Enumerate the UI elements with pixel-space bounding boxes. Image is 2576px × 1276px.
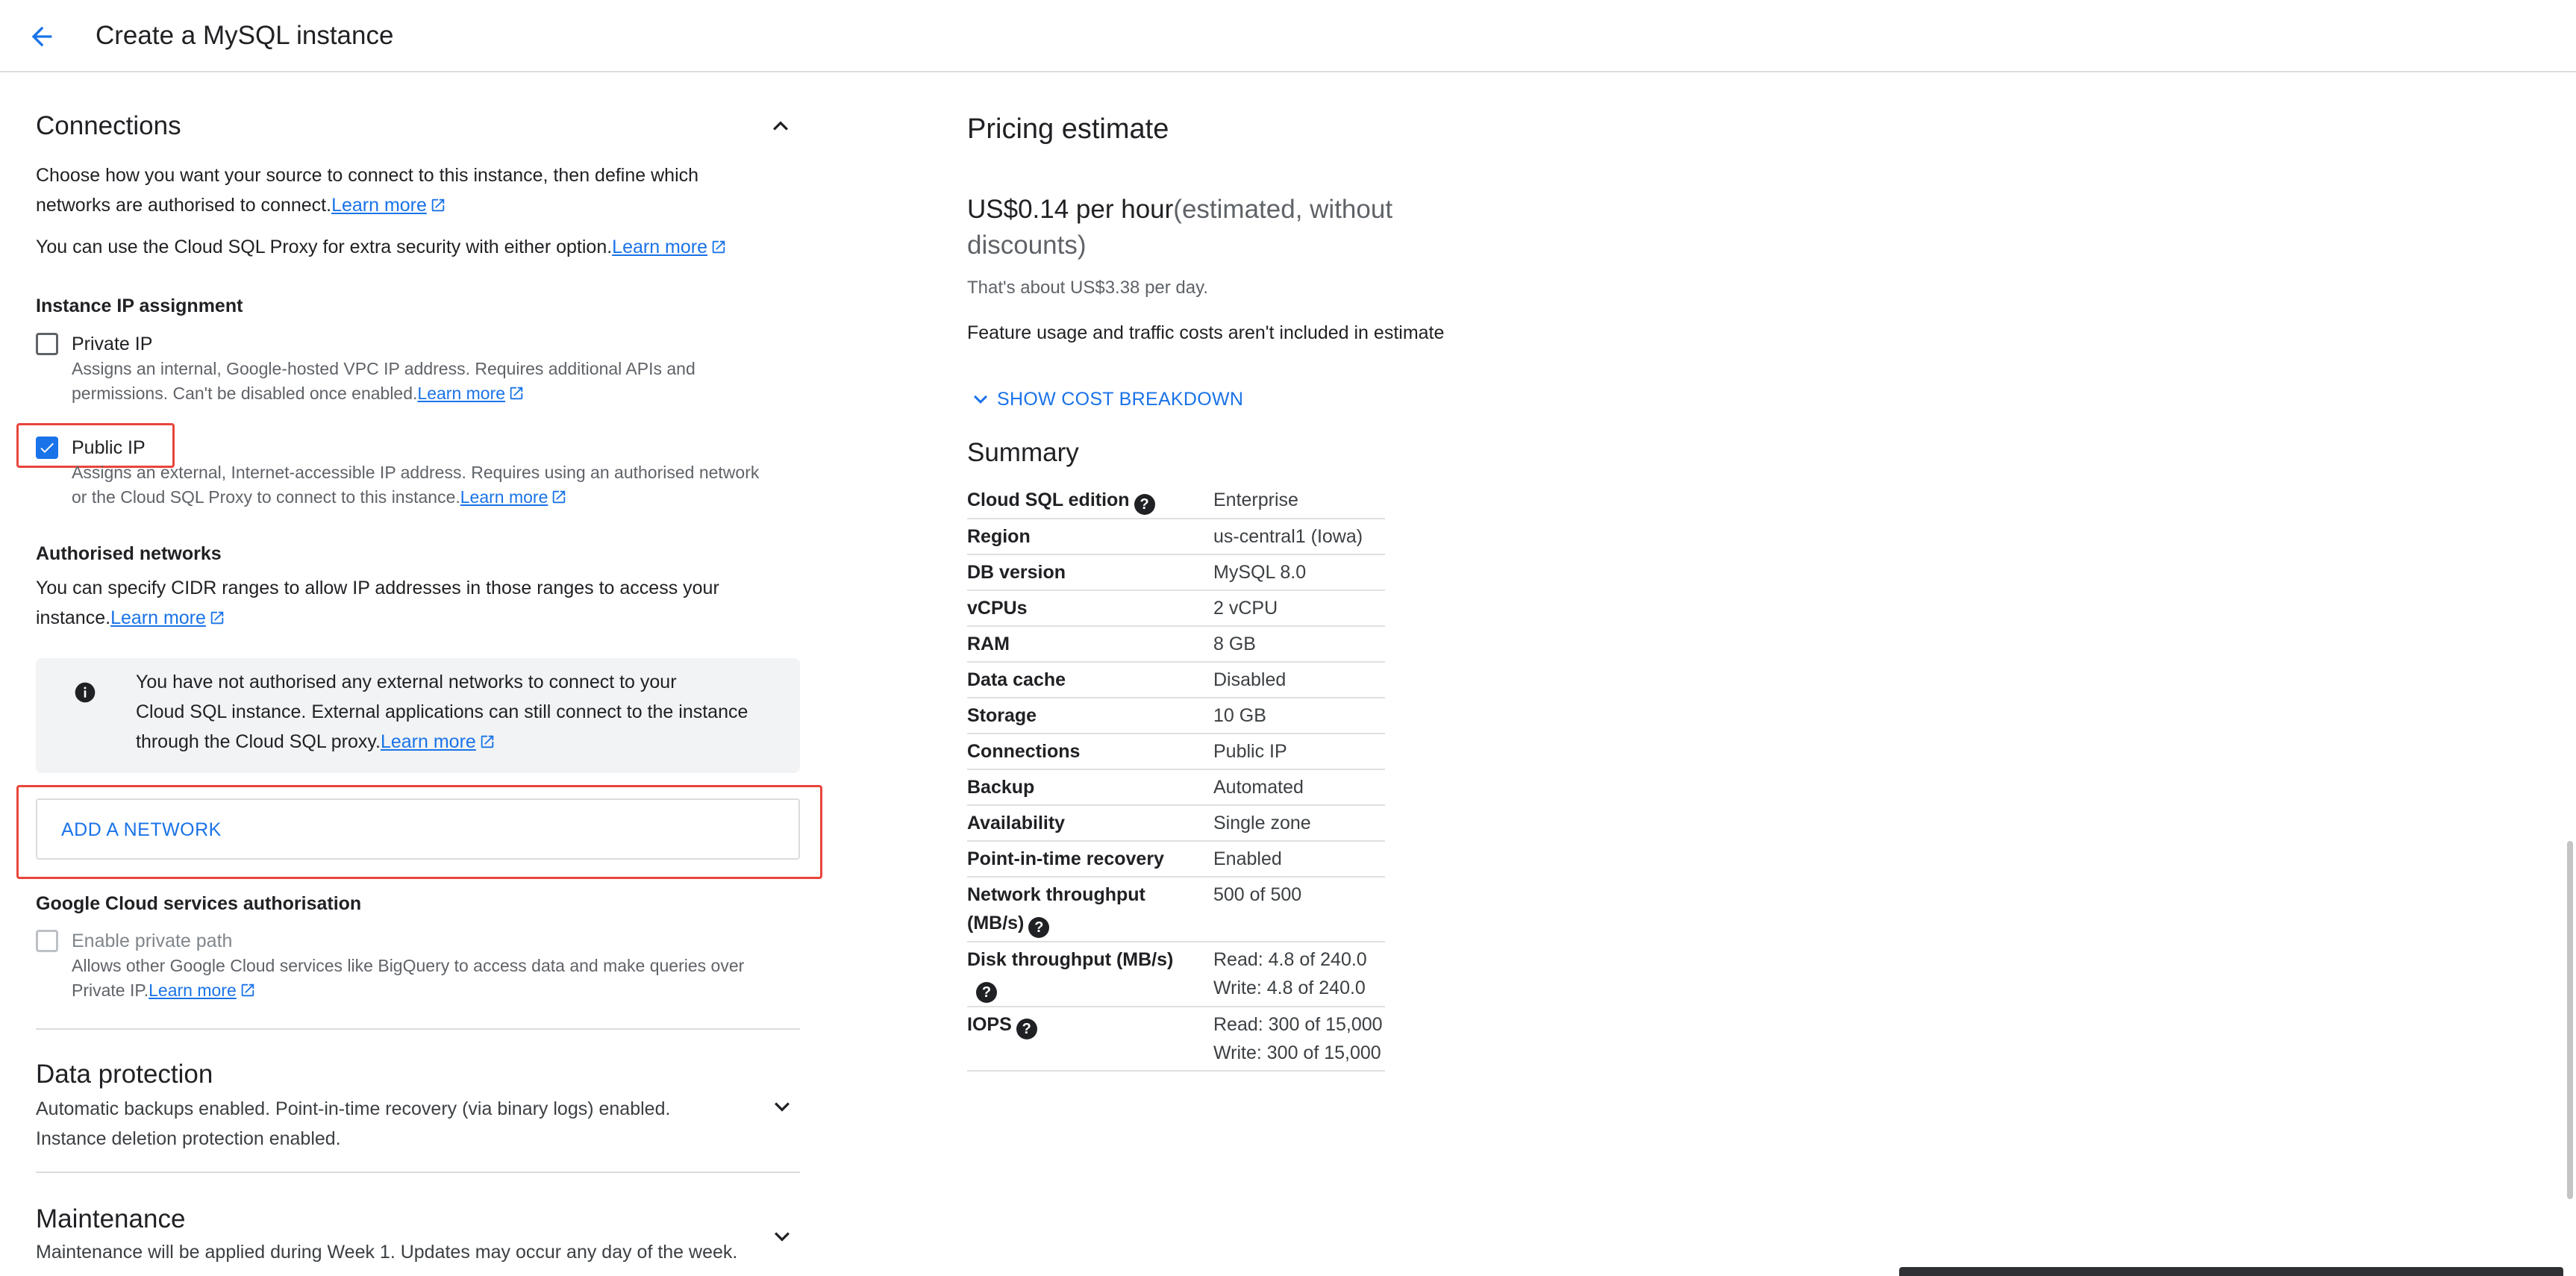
learn-more-link[interactable]: Learn more (331, 195, 427, 216)
table-row: Data cache Disabled (967, 662, 1385, 698)
top-bar: Create a MySQL instance (0, 0, 2576, 72)
table-row: Connections Public IP (967, 734, 1385, 769)
table-row: Disk throughput (MB/s)? Read: 4.8 of 240.… (967, 942, 1385, 1007)
help-icon[interactable]: ? (976, 982, 997, 1003)
learn-more-link[interactable]: Learn more (460, 487, 548, 507)
enable-private-path-checkbox[interactable] (36, 930, 58, 952)
pricing-title: Pricing estimate (967, 113, 1169, 145)
learn-more-link[interactable]: Learn more (110, 607, 206, 628)
feature-usage-note: Feature usage and traffic costs aren't i… (967, 322, 1445, 343)
ip-assignment-heading: Instance IP assignment (36, 295, 243, 316)
table-row: Availability Single zone (967, 805, 1385, 841)
help-icon[interactable]: ? (1016, 1019, 1037, 1039)
per-day-estimate: That's about US$3.38 per day. (967, 278, 1209, 298)
learn-more-link[interactable]: Learn more (381, 731, 476, 752)
table-row: Backup Automated (967, 769, 1385, 805)
maintenance-description: Maintenance will be applied during Week … (36, 1242, 738, 1263)
summary-table: Cloud SQL edition? Enterprise Region us-ce… (967, 483, 1385, 1072)
authorised-networks-description: You can specify CIDR ranges to allow IP … (36, 578, 719, 628)
bottom-bar (1899, 1267, 2563, 1276)
section-divider (36, 1172, 800, 1173)
private-ip-description: Assigns an internal, Google-hosted VPC I… (72, 359, 695, 403)
table-row: Point-in-time recovery Enabled (967, 841, 1385, 877)
table-row: RAM 8 GB (967, 626, 1385, 662)
open-in-new-icon (712, 240, 725, 254)
table-row: Storage 10 GB (967, 698, 1385, 734)
add-network-button[interactable]: ADD A NETWORK (36, 798, 800, 860)
public-ip-description: Assigns an external, Internet-accessible… (72, 463, 760, 507)
back-button[interactable] (22, 18, 61, 55)
learn-more-link[interactable]: Learn more (149, 981, 237, 1000)
open-in-new-icon (553, 490, 566, 504)
connections-title: Connections (36, 111, 181, 140)
summary-title: Summary (967, 438, 1079, 467)
arrow-back-icon (31, 26, 52, 47)
open-in-new-icon (481, 735, 494, 748)
enable-private-path-label: Enable private path (72, 931, 233, 951)
connections-intro: Choose how you want your source to conne… (36, 165, 699, 216)
table-row: vCPUs 2 vCPU (967, 590, 1385, 626)
public-ip-checkbox[interactable] (36, 437, 58, 459)
table-row: Region us-central1 (Iowa) (967, 519, 1385, 554)
price-value: US$0.14 per hour (967, 195, 1174, 224)
learn-more-link[interactable]: Learn more (612, 237, 707, 257)
page-title: Create a MySQL instance (96, 21, 394, 50)
maintenance-title[interactable]: Maintenance (36, 1203, 185, 1236)
table-row: Cloud SQL edition? Enterprise (967, 483, 1385, 519)
show-cost-breakdown-button[interactable]: SHOW COST BREAKDOWN (967, 386, 1243, 413)
page: Create a MySQL instance Connections Choo… (0, 0, 2576, 1276)
open-in-new-icon (210, 611, 224, 625)
private-ip-checkbox[interactable] (36, 333, 58, 355)
proxy-text: You can use the Cloud SQL Proxy for extr… (36, 232, 857, 262)
open-in-new-icon (241, 983, 254, 997)
private-path-description: Allows other Google Cloud services like … (72, 956, 745, 1000)
section-divider (36, 1028, 800, 1030)
gcs-auth-heading: Google Cloud services authorisation (36, 893, 362, 914)
authorised-networks-heading: Authorised networks (36, 543, 222, 564)
table-row: IOPS? Read: 300 of 15,000 Write: 300 of 15… (967, 1007, 1385, 1071)
info-icon (75, 682, 96, 703)
learn-more-link[interactable]: Learn more (417, 384, 505, 403)
chevron-down-icon (974, 395, 987, 404)
chevron-up-icon[interactable] (766, 111, 795, 141)
data-protection-title[interactable]: Data protection (36, 1058, 213, 1091)
public-ip-label: Public IP (72, 437, 146, 458)
open-in-new-icon (431, 198, 445, 212)
help-icon[interactable]: ? (1134, 494, 1155, 515)
chevron-down-icon[interactable] (767, 1092, 797, 1122)
open-in-new-icon (510, 387, 523, 400)
table-row: Network throughput (MB/s)? 500 of 500 (967, 877, 1385, 942)
private-ip-label: Private IP (72, 334, 153, 354)
price-estimate: US$0.14 per hour(estimated, without disc… (967, 195, 1393, 260)
scrollbar-thumb[interactable] (2567, 841, 2573, 1199)
scrollbar[interactable] (2563, 72, 2576, 1276)
data-protection-description: Automatic backups enabled. Point-in-time… (36, 1098, 671, 1149)
check-icon (40, 442, 54, 453)
help-icon[interactable]: ? (1028, 917, 1050, 938)
info-callout: You have not authorised any external net… (36, 658, 800, 773)
table-row: DB version MySQL 8.0 (967, 554, 1385, 590)
